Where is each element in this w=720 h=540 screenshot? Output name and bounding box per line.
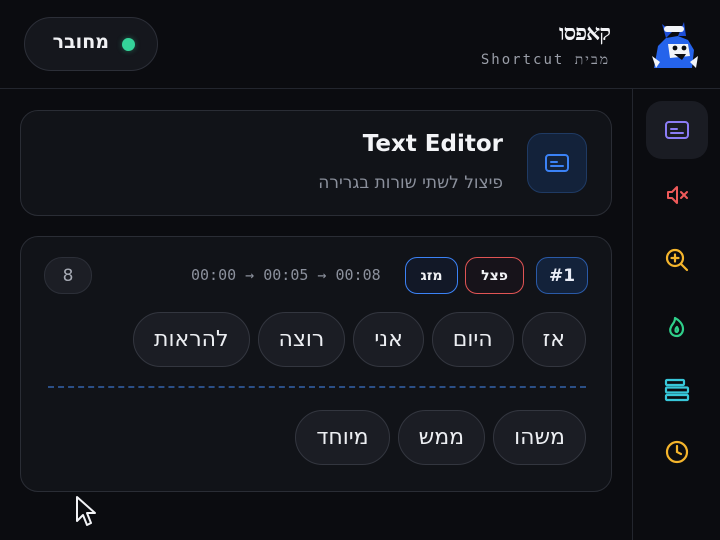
subtitle-line-1: אז היום אני רוצה להראות bbox=[133, 312, 586, 367]
status-dot bbox=[122, 38, 135, 51]
word-count-badge: 8 bbox=[44, 257, 92, 294]
line-split-divider[interactable] bbox=[48, 386, 586, 388]
word-chip[interactable]: ממש bbox=[397, 410, 486, 465]
connection-status[interactable]: מחובר bbox=[24, 17, 158, 71]
segment-card: #1 פצל מזג 00:00 → 00:05 → 00:08 8 אז הי… bbox=[20, 236, 612, 492]
subtitles-icon bbox=[545, 154, 569, 172]
mute-icon bbox=[667, 186, 688, 204]
flame-icon bbox=[669, 316, 685, 338]
rail-history-button[interactable] bbox=[646, 423, 708, 481]
zoom-in-icon bbox=[665, 248, 689, 272]
mouse-cursor-icon bbox=[76, 496, 96, 526]
status-label: מחובר bbox=[52, 31, 109, 53]
tool-subtitle: פיצול לשתי שורות בגרירה bbox=[318, 173, 503, 193]
word-chip[interactable]: אני bbox=[353, 312, 424, 367]
subtitle-line-2: משהו ממש מיוחד bbox=[295, 410, 586, 465]
segment-timecode: 00:00 → 00:05 → 00:08 bbox=[191, 266, 381, 284]
segment-index-badge: #1 bbox=[536, 257, 588, 294]
tool-info-card: Text Editor פיצול לשתי שורות בגרירה bbox=[20, 110, 612, 216]
align-bars-icon bbox=[664, 378, 690, 402]
word-chip[interactable]: משהו bbox=[493, 410, 586, 465]
subtitles-icon bbox=[665, 121, 689, 139]
word-chip[interactable]: להראות bbox=[133, 312, 250, 367]
brand: קאפסו מבית Shortcut bbox=[481, 16, 702, 76]
tool-icon-box bbox=[527, 133, 587, 193]
rail-flame-button[interactable] bbox=[646, 296, 708, 354]
brand-name: קאפסו bbox=[558, 20, 611, 46]
dog-mascot-logo bbox=[652, 22, 698, 68]
merge-button[interactable]: מזג bbox=[405, 257, 458, 294]
rail-mute-button[interactable] bbox=[646, 166, 708, 224]
split-button[interactable]: פצל bbox=[465, 257, 524, 294]
word-chip[interactable]: היום bbox=[431, 312, 514, 367]
clock-icon bbox=[665, 440, 689, 464]
brand-subtitle: מבית Shortcut bbox=[480, 52, 610, 68]
tool-rail bbox=[632, 89, 720, 540]
word-chip[interactable]: רוצה bbox=[257, 312, 346, 367]
rail-align-button[interactable] bbox=[646, 361, 708, 419]
tool-title: Text Editor bbox=[362, 131, 503, 157]
word-chip[interactable]: מיוחד bbox=[295, 410, 390, 465]
rail-zoom-button[interactable] bbox=[646, 231, 708, 289]
app-header: קאפסו מבית Shortcut מחובר bbox=[0, 0, 720, 89]
word-chip[interactable]: אז bbox=[521, 312, 586, 367]
rail-subtitles-button[interactable] bbox=[646, 101, 708, 159]
